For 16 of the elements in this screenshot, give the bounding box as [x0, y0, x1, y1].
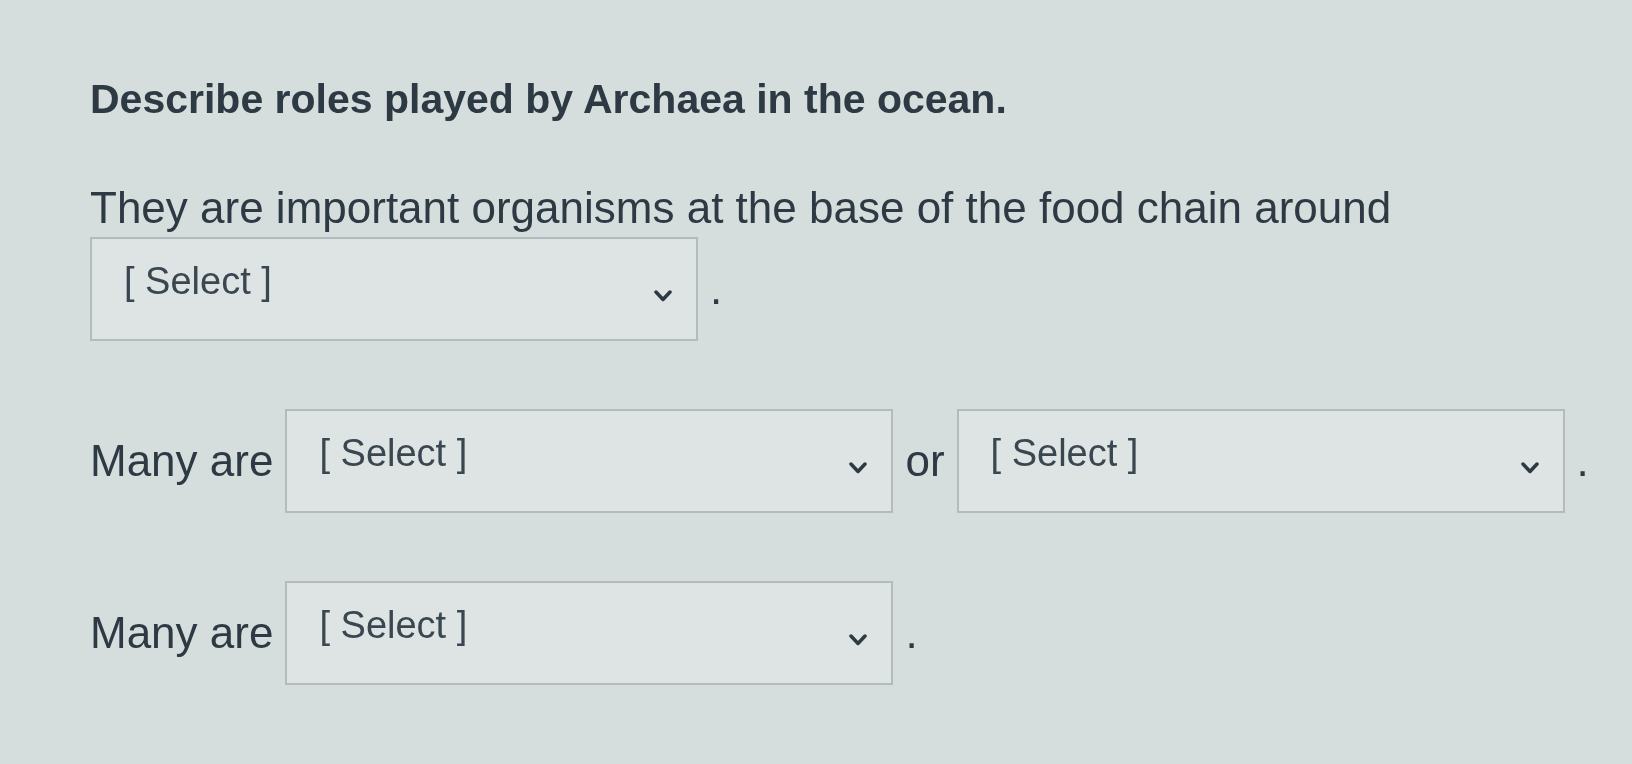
chevron-down-icon — [849, 462, 868, 474]
dropdown-select[interactable]: [ Select ] — [285, 409, 894, 513]
dropdown-select[interactable]: [ Select ] — [90, 237, 698, 341]
sentence-text: . — [905, 607, 918, 659]
sentence-text: Many are — [90, 435, 274, 487]
dropdown-select[interactable]: [ Select ] — [285, 581, 894, 685]
chevron-down-icon — [1520, 462, 1539, 474]
chevron-down-icon — [849, 634, 868, 646]
question-title: Describe roles played by Archaea in the ocean. — [90, 75, 1007, 124]
sentence-text: . — [1576, 435, 1589, 487]
sentence-text: or — [905, 435, 945, 487]
chevron-down-icon — [654, 290, 672, 302]
sentence-text: . — [710, 263, 723, 315]
sentence-text: Many are — [90, 607, 274, 659]
dropdown-select[interactable]: [ Select ] — [956, 409, 1565, 513]
sentence-text: They are important organisms at the base of the food chain around — [90, 182, 1392, 234]
